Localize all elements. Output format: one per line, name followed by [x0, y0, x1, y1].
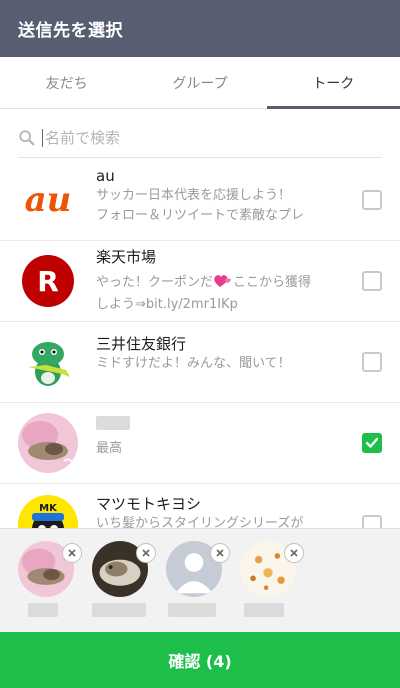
- close-icon: [216, 549, 224, 557]
- search-bar: [18, 118, 382, 158]
- remove-recipient-button[interactable]: [210, 543, 230, 563]
- selected-chip[interactable]: [92, 541, 156, 627]
- redacted-text: [92, 603, 146, 617]
- contact-name: 三井住友銀行: [96, 335, 187, 353]
- message-preview: サッカー日本代表を応援しよう！: [96, 188, 292, 203]
- tab-bar: 友だち グループ トーク: [0, 57, 400, 109]
- list-item[interactable]: R 楽天市場 やった！クーポンだ ここから獲得 しよう⇒bit.ly/2mr1IK…: [0, 241, 400, 322]
- search-input[interactable]: [45, 128, 365, 147]
- remove-recipient-button[interactable]: [62, 543, 82, 563]
- contact-name-redacted: [96, 415, 351, 435]
- message-preview-line2: フォロー＆リツイートで素敵なプレ: [96, 208, 305, 223]
- close-icon: [142, 549, 150, 557]
- app-header: 送信先を選択: [0, 0, 400, 57]
- contact-name: 楽天市場: [96, 248, 157, 266]
- redacted-text: [168, 603, 216, 617]
- rakuten-logo-icon: R: [18, 251, 78, 311]
- remove-recipient-button[interactable]: [284, 543, 304, 563]
- midosuke-mascot-icon: [18, 332, 78, 392]
- svg-text:au: au: [25, 180, 72, 220]
- search-icon: [19, 129, 35, 145]
- select-checkbox[interactable]: [362, 190, 382, 210]
- list-item[interactable]: 最高: [0, 403, 400, 484]
- tab-friends[interactable]: 友だち: [0, 57, 133, 108]
- text-caret: [42, 128, 43, 147]
- heart-emoji-icon: [214, 275, 231, 287]
- select-checkbox[interactable]: [362, 271, 382, 291]
- remove-recipient-button[interactable]: [136, 543, 156, 563]
- tab-groups[interactable]: グループ: [133, 57, 266, 108]
- contact-name: au: [96, 167, 115, 185]
- talk-list: au au サッカー日本代表を応援しよう！ フォロー＆リツイートで素敵なプレ R…: [0, 160, 400, 528]
- tab-talks[interactable]: トーク: [266, 57, 400, 109]
- au-logo-icon: au: [18, 170, 78, 230]
- select-checkbox[interactable]: [362, 352, 382, 372]
- cat-photo-avatar: [18, 413, 78, 473]
- list-item[interactable]: au au サッカー日本代表を応援しよう！ フォロー＆リツイートで素敵なプレ: [0, 160, 400, 241]
- selected-chip[interactable]: [240, 541, 304, 627]
- message-preview: ミドすけだよ！みんな、聞いて！: [96, 356, 291, 371]
- select-checkbox-checked[interactable]: [362, 433, 382, 453]
- message-preview: やった！クーポンだ ここから獲得: [96, 275, 312, 290]
- selected-chip[interactable]: [166, 541, 230, 627]
- redacted-text: [244, 603, 284, 617]
- contact-name: マツモトキヨシ: [96, 495, 202, 513]
- message-preview: いち髪からスタイリングシリーズが: [96, 516, 304, 528]
- list-item[interactable]: MK マツモトキヨシ いち髪からスタイリングシリーズが: [0, 484, 400, 528]
- message-preview: 最高: [96, 441, 123, 456]
- svg-text:MK: MK: [39, 503, 58, 514]
- confirm-button[interactable]: 確認 (4): [0, 632, 400, 688]
- list-item[interactable]: 三井住友銀行 ミドすけだよ！みんな、聞いて！: [0, 322, 400, 403]
- redacted-text: [28, 603, 58, 617]
- selected-recipients-bar: [0, 528, 400, 632]
- redacted-text: [96, 416, 130, 430]
- checkmark-icon: [365, 437, 379, 448]
- message-preview-line2: しよう⇒bit.ly/2mr1IKp: [96, 297, 238, 312]
- page-title: 送信先を選択: [18, 21, 123, 41]
- select-checkbox[interactable]: [362, 514, 382, 528]
- matsukiyo-mascot-icon: MK: [18, 494, 78, 528]
- close-icon: [68, 549, 76, 557]
- selected-chip[interactable]: [18, 541, 82, 627]
- close-icon: [290, 549, 298, 557]
- svg-text:R: R: [37, 265, 59, 298]
